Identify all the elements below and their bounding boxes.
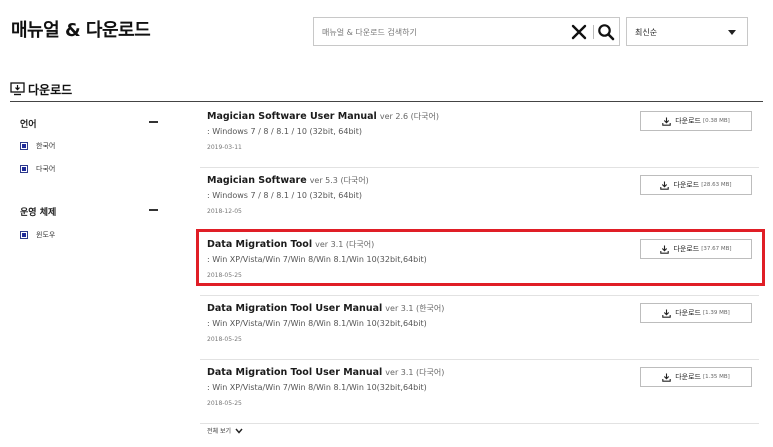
list-item: Magician Software User Manual ver 2.6 (다… <box>200 104 759 168</box>
item-version: ver 5.3 (다국어) <box>309 176 369 185</box>
download-button[interactable]: 다운로드 [37.67 MB] <box>640 239 752 259</box>
filter-option-windows[interactable]: 윈도우 <box>20 230 55 240</box>
download-button-label: 다운로드 <box>673 181 700 189</box>
download-icon <box>662 373 671 382</box>
collapse-language-toggle[interactable] <box>149 121 158 123</box>
item-os: : Win XP/Vista/Win 7/Win 8/Win 8.1/Win 1… <box>207 255 427 264</box>
download-file-size: [37.67 MB] <box>701 246 732 252</box>
download-button-label: 다운로드 <box>675 373 701 381</box>
collapse-os-toggle[interactable] <box>149 209 158 211</box>
item-name: Data Migration Tool User Manual <box>207 303 383 314</box>
download-button[interactable]: 다운로드 [1.35 MB] <box>640 367 752 387</box>
filter-option-korean[interactable]: 한국어 <box>20 141 55 151</box>
list-item: Data Migration Tool User Manual ver 3.1 … <box>200 296 759 360</box>
close-icon[interactable] <box>570 23 588 41</box>
download-file-size: [28.63 MB] <box>701 182 732 188</box>
download-icon <box>662 117 671 126</box>
item-date: 2018-05-25 <box>207 272 242 279</box>
sort-selected-value: 최신순 <box>635 28 658 37</box>
download-file-size: [1.35 MB] <box>702 374 730 380</box>
item-name: Data Migration Tool User Manual <box>207 367 383 378</box>
item-os: : Win XP/Vista/Win 7/Win 8/Win 8.1/Win 1… <box>207 319 427 328</box>
item-os: : Windows 7 / 8 / 8.1 / 10 (32bit, 64bit… <box>207 127 363 136</box>
download-button-label: 다운로드 <box>673 245 700 253</box>
search-icon[interactable] <box>597 23 615 41</box>
download-icon <box>660 245 670 254</box>
item-version: ver 2.6 (다국어) <box>379 112 439 121</box>
list-item: Magician Software ver 5.3 (다국어) : Window… <box>200 168 759 232</box>
item-name: Magician Software User Manual <box>207 111 377 122</box>
section-divider <box>10 101 763 102</box>
section-title: 다운로드 <box>28 82 73 97</box>
show-all-link[interactable]: 전체 보기 <box>207 426 243 435</box>
checkbox-multilingual[interactable] <box>20 165 28 173</box>
caret-down-icon <box>728 30 736 35</box>
item-date: 2018-05-25 <box>207 336 242 343</box>
sort-dropdown[interactable]: 최신순 <box>626 17 748 46</box>
item-date: 2019-03-11 <box>207 144 242 151</box>
filter-option-label: 다국어 <box>36 165 56 173</box>
download-button[interactable]: 다운로드 [0.38 MB] <box>640 111 752 131</box>
search-divider <box>593 25 594 39</box>
page-title: 매뉴얼 & 다운로드 <box>11 20 151 41</box>
list-item: Data Migration Tool ver 3.1 (다국어) : Win … <box>200 232 759 296</box>
filter-title-os: 운영 체제 <box>20 208 57 218</box>
item-date: 2018-12-05 <box>207 208 242 215</box>
item-date: 2018-05-25 <box>207 400 242 407</box>
item-os: : Windows 7 / 8 / 8.1 / 10 (32bit, 64bit… <box>207 191 363 200</box>
download-button-label: 다운로드 <box>675 117 701 125</box>
chevron-down-icon <box>235 428 243 434</box>
download-button-label: 다운로드 <box>675 309 701 317</box>
section-header: 다운로드 <box>10 80 72 98</box>
download-file-size: [0.38 MB] <box>702 118 730 124</box>
checkbox-windows[interactable] <box>20 231 28 239</box>
item-version: ver 3.1 (다국어) <box>315 240 375 249</box>
download-button[interactable]: 다운로드 [1.39 MB] <box>640 303 752 323</box>
filter-option-label: 한국어 <box>36 142 56 150</box>
show-all-label: 전체 보기 <box>207 428 231 435</box>
item-version: ver 3.1 (한국어) <box>385 304 445 313</box>
item-os: : Win XP/Vista/Win 7/Win 8/Win 8.1/Win 1… <box>207 383 427 392</box>
download-button[interactable]: 다운로드 [28.63 MB] <box>640 175 752 195</box>
list-item: Data Migration Tool User Manual ver 3.1 … <box>200 360 759 424</box>
download-file-size: [1.39 MB] <box>702 310 730 316</box>
download-icon <box>660 181 670 190</box>
search-box[interactable] <box>313 17 620 46</box>
filter-title-language: 언어 <box>20 120 37 130</box>
checkbox-korean[interactable] <box>20 142 28 150</box>
download-icon <box>662 309 671 318</box>
filter-option-label: 윈도우 <box>36 231 56 239</box>
filter-option-multilingual[interactable]: 다국어 <box>20 164 55 174</box>
item-version: ver 3.1 (다국어) <box>385 368 445 377</box>
download-monitor-icon <box>10 82 25 96</box>
item-name: Data Migration Tool <box>207 239 313 250</box>
item-name: Magician Software <box>207 175 307 186</box>
search-input[interactable] <box>322 24 562 40</box>
